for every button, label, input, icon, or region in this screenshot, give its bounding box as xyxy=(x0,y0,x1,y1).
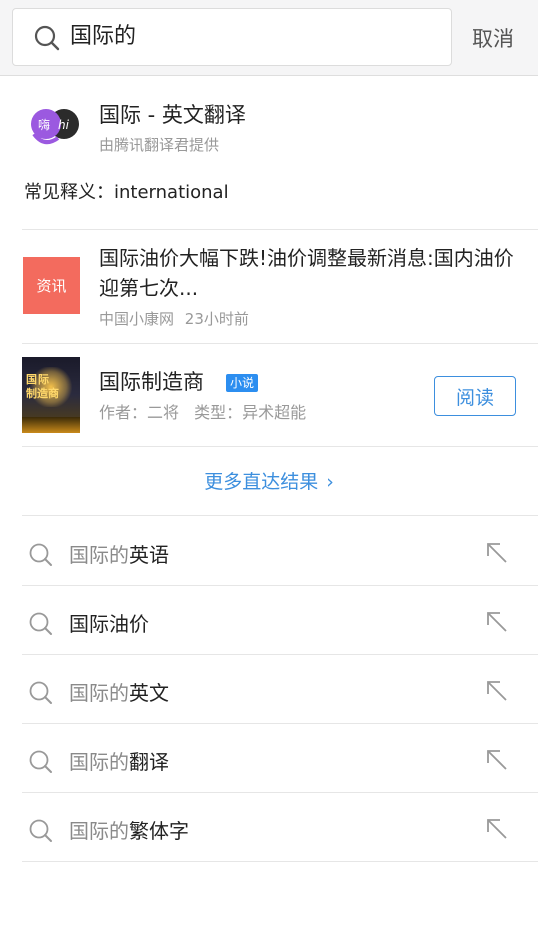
type-label: 类型： xyxy=(194,403,243,422)
more-results-label: 更多直达结果 xyxy=(204,471,319,493)
search-icon xyxy=(29,750,52,773)
suggestion-suffix: 翻译 xyxy=(129,750,169,774)
search-query-text: 国际的 xyxy=(70,24,137,49)
search-icon xyxy=(29,612,52,635)
fill-query-arrow-icon[interactable] xyxy=(484,747,510,773)
search-icon xyxy=(34,25,60,51)
news-source: 中国小康网 xyxy=(99,310,175,328)
suggestion-suffix: 英语 xyxy=(129,543,169,567)
suggestion-row[interactable]: 国际的英文 xyxy=(0,656,538,724)
translator-logo-icon: 嗨 hi xyxy=(31,109,79,145)
search-icon xyxy=(29,543,52,566)
divider xyxy=(22,792,538,793)
search-icon xyxy=(29,819,52,842)
suggestion-suffix: 英文 xyxy=(129,681,169,705)
divider xyxy=(22,861,538,862)
news-time: 23小时前 xyxy=(184,310,249,328)
fill-query-arrow-icon[interactable] xyxy=(484,609,510,635)
book-title: 国际制造商 xyxy=(99,370,204,394)
suggestion-text: 国际的繁体字 xyxy=(69,816,189,846)
suggestion-suffix: 繁体字 xyxy=(129,819,189,843)
divider xyxy=(22,343,538,344)
fill-query-arrow-icon[interactable] xyxy=(484,678,510,704)
divider xyxy=(22,515,538,516)
translation-title: 国际 - 英文翻译 xyxy=(99,103,246,127)
cancel-button[interactable]: 取消 xyxy=(472,24,514,54)
meaning-value: international xyxy=(114,182,229,203)
suggestion-prefix: 国际的 xyxy=(69,750,129,774)
suggestion-row[interactable]: 国际油价 xyxy=(0,587,538,655)
type-value: 异术超能 xyxy=(242,403,307,422)
news-title: 国际油价大幅下跌!油价调整最新消息:国内油价迎第七次... xyxy=(99,246,514,300)
suggestion-text: 国际油价 xyxy=(69,609,149,639)
divider xyxy=(22,723,538,724)
author-value: 二将 xyxy=(147,403,180,422)
suggestion-row[interactable]: 国际的英语 xyxy=(0,518,538,586)
suggestion-prefix: 国际的 xyxy=(69,543,129,567)
chevron-right-icon: › xyxy=(326,471,334,493)
meaning-label: 常见释义： xyxy=(24,182,114,203)
novel-badge: 小说 xyxy=(226,374,259,392)
divider xyxy=(22,446,538,447)
divider xyxy=(22,654,538,655)
suggestion-prefix: 国际的 xyxy=(69,819,129,843)
fill-query-arrow-icon[interactable] xyxy=(484,540,510,566)
news-tag: 资讯 xyxy=(23,257,80,314)
divider xyxy=(22,585,538,586)
translation-meaning: 常见释义：international xyxy=(24,179,229,207)
logo-text: 嗨 xyxy=(38,118,50,132)
search-header: 国际的 取消 xyxy=(0,0,538,76)
news-meta: 中国小康网 23小时前 xyxy=(99,307,249,331)
search-icon xyxy=(29,681,52,704)
suggestion-prefix: 国际的 xyxy=(69,681,129,705)
more-results-link[interactable]: 更多直达结果 › xyxy=(0,467,538,497)
divider xyxy=(22,229,538,230)
fill-query-arrow-icon[interactable] xyxy=(484,816,510,842)
book-cover-image: 国际 制造商 xyxy=(22,357,80,433)
suggestion-text: 国际的翻译 xyxy=(69,747,169,777)
cover-text-line2: 制造商 xyxy=(26,387,59,400)
suggestion-suffix: 国际油价 xyxy=(69,612,149,636)
suggestion-text: 国际的英语 xyxy=(69,540,169,570)
search-input[interactable]: 国际的 xyxy=(12,8,452,66)
book-meta: 作者：二将 类型：异术超能 xyxy=(99,401,306,425)
suggestion-row[interactable]: 国际的繁体字 xyxy=(0,794,538,862)
suggestion-text: 国际的英文 xyxy=(69,678,169,708)
logo-sub: hi xyxy=(58,118,70,132)
suggestion-row[interactable]: 国际的翻译 xyxy=(0,725,538,793)
translation-provider: 由腾讯翻译君提供 xyxy=(99,136,220,154)
read-button[interactable]: 阅读 xyxy=(434,376,516,416)
author-label: 作者： xyxy=(99,403,148,422)
